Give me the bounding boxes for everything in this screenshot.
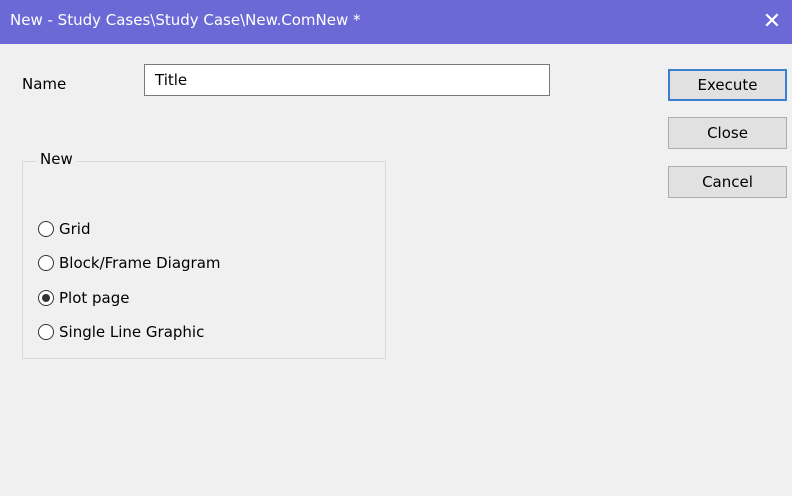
close-button[interactable]: Close	[668, 117, 787, 149]
window-title: New - Study Cases\Study Case\New.ComNew …	[10, 11, 361, 29]
radio-label: Grid	[59, 220, 91, 238]
radio-option-grid[interactable]: Grid	[38, 218, 90, 240]
cancel-button[interactable]: Cancel	[668, 166, 787, 198]
radio-label: Plot page	[59, 289, 130, 307]
name-input[interactable]	[144, 64, 550, 96]
execute-button[interactable]: Execute	[668, 69, 787, 101]
name-label: Name	[22, 75, 67, 93]
radio-option-single-line-graphic[interactable]: Single Line Graphic	[38, 321, 204, 343]
groupbox-legend: New	[36, 150, 77, 168]
radio-option-plot-page[interactable]: Plot page	[38, 287, 130, 309]
close-icon[interactable]: ✕	[752, 0, 792, 44]
dialog-window: New - Study Cases\Study Case\New.ComNew …	[0, 0, 792, 496]
radio-button[interactable]	[38, 255, 54, 271]
radio-label: Single Line Graphic	[59, 323, 205, 341]
radio-label: Block/Frame Diagram	[59, 254, 221, 272]
radio-option-block-frame-diagram[interactable]: Block/Frame Diagram	[38, 252, 221, 274]
title-bar[interactable]: New - Study Cases\Study Case\New.ComNew …	[0, 0, 792, 44]
radio-button[interactable]	[38, 324, 54, 340]
radio-button[interactable]	[38, 221, 54, 237]
radio-selected-dot	[42, 294, 50, 302]
radio-button[interactable]	[38, 290, 54, 306]
